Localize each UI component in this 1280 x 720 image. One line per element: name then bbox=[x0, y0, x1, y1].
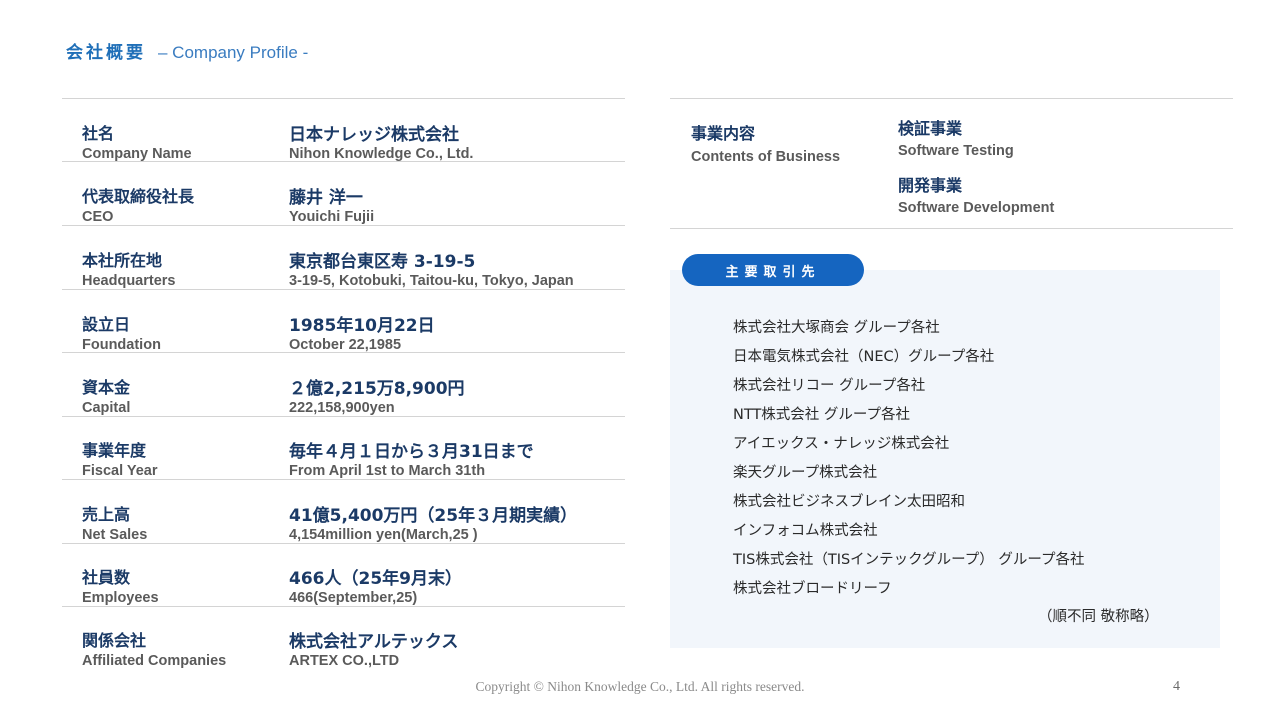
row-label-jp: 社名 bbox=[82, 124, 115, 143]
divider bbox=[62, 98, 625, 99]
row-label-jp: 社員数 bbox=[82, 568, 131, 587]
row-label-jp: 関係会社 bbox=[82, 631, 147, 650]
profile-row-foundation: 設立日 Foundation 1985年10月22日 October 22,19… bbox=[82, 311, 622, 361]
row-value-en: From April 1st to March 31th bbox=[289, 463, 486, 479]
client-item: インフォコム株式会社 bbox=[733, 523, 878, 539]
profile-row-affiliated: 関係会社 Affiliated Companies 株式会社アルテックス ART… bbox=[82, 627, 622, 677]
row-value-jp: 日本ナレッジ株式会社 bbox=[289, 125, 459, 145]
row-label-jp: 資本金 bbox=[82, 378, 131, 397]
profile-row-fiscal-year: 事業年度 Fiscal Year 毎年４月１日から３月31日まで From Ap… bbox=[82, 437, 622, 487]
profile-row-headquarters: 本社所在地 Headquarters 東京都台東区寿 3-19-5 3-19-5… bbox=[82, 247, 622, 297]
profile-row-ceo: 代表取締役社長 CEO 藤井 洋一 Youichi Fujii bbox=[82, 183, 622, 233]
profile-row-capital: 資本金 Capital ２億2,215万8,900円 222,158,900ye… bbox=[82, 374, 622, 424]
client-item: アイエックス・ナレッジ株式会社 bbox=[733, 436, 950, 452]
clients-tab: 主要取引先 bbox=[682, 254, 864, 286]
row-label-jp: 設立日 bbox=[82, 315, 131, 334]
row-value-en: Youichi Fujii bbox=[289, 209, 375, 225]
profile-row-employees: 社員数 Employees 466人（25年9月末） 466(September… bbox=[82, 564, 622, 614]
row-label-en: Foundation bbox=[82, 337, 161, 353]
row-value-jp: 1985年10月22日 bbox=[289, 316, 435, 336]
client-item: 株式会社ブロードリーフ bbox=[733, 581, 892, 597]
divider bbox=[670, 228, 1233, 229]
business-label-jp: 事業内容 bbox=[691, 124, 756, 143]
client-item: TIS株式会社（TISインテックグループ） グループ各社 bbox=[733, 552, 1085, 568]
row-label-en: Net Sales bbox=[82, 527, 148, 543]
clients-note: （順不同 敬称略） bbox=[1038, 609, 1159, 625]
client-item: NTT株式会社 グループ各社 bbox=[733, 407, 911, 423]
copyright: Copyright © Nihon Knowledge Co., Ltd. Al… bbox=[475, 679, 805, 694]
row-label-en: Affiliated Companies bbox=[82, 653, 227, 669]
row-label-en: Fiscal Year bbox=[82, 463, 158, 479]
page-title-jp: 会社概要 bbox=[66, 43, 146, 63]
row-label-en: CEO bbox=[82, 209, 114, 225]
row-value-en: 3-19-5, Kotobuki, Taitou-ku, Tokyo, Japa… bbox=[289, 273, 574, 289]
client-item: 株式会社ビジネスブレイン太田昭和 bbox=[733, 494, 965, 510]
row-value-jp: 株式会社アルテックス bbox=[289, 632, 459, 652]
profile-row-company-name: 社名 Company Name 日本ナレッジ株式会社 Nihon Knowled… bbox=[82, 120, 622, 170]
business-item-testing: 検証事業 Software Testing bbox=[898, 115, 1014, 159]
page-title-en: – Company Profile - bbox=[158, 43, 309, 62]
business-item-development: 開発事業 Software Development bbox=[898, 172, 1054, 216]
profile-row-net-sales: 売上高 Net Sales 41億5,400万円（25年３月期実績） 4,154… bbox=[82, 501, 622, 551]
row-label-jp: 事業年度 bbox=[82, 441, 147, 460]
row-label-jp: 売上高 bbox=[82, 505, 131, 524]
row-label-en: Headquarters bbox=[82, 273, 176, 289]
page-number: 4 bbox=[1173, 679, 1180, 694]
row-label-en: Employees bbox=[82, 590, 159, 606]
row-value-jp: 藤井 洋一 bbox=[289, 188, 363, 208]
row-value-jp: 東京都台東区寿 3-19-5 bbox=[289, 252, 476, 272]
row-value-jp: 466人（25年9月末） bbox=[289, 569, 462, 589]
page-title: 会社概要 – Company Profile - bbox=[66, 38, 309, 63]
row-value-jp: ２億2,215万8,900円 bbox=[289, 379, 465, 399]
row-label-jp: 本社所在地 bbox=[82, 251, 163, 270]
business-label: 事業内容 Contents of Business bbox=[691, 120, 840, 165]
row-value-en: October 22,1985 bbox=[289, 337, 402, 353]
client-item: 楽天グループ株式会社 bbox=[733, 465, 878, 481]
row-value-en: ARTEX CO.,LTD bbox=[289, 653, 400, 669]
clients-list: 株式会社大塚商会 グループ各社 日本電気株式会社（NEC）グループ各社 株式会社… bbox=[733, 316, 1084, 606]
business-item-en: Software Testing bbox=[898, 143, 1014, 159]
row-value-jp: 41億5,400万円（25年３月期実績） bbox=[289, 506, 578, 526]
client-item: 日本電気株式会社（NEC）グループ各社 bbox=[733, 349, 995, 365]
row-value-en: 222,158,900yen bbox=[289, 400, 395, 416]
row-label-en: Company Name bbox=[82, 146, 192, 162]
row-value-en: Nihon Knowledge Co., Ltd. bbox=[289, 146, 474, 162]
business-item-jp: 開発事業 bbox=[898, 176, 963, 195]
divider bbox=[670, 98, 1233, 99]
row-value-en: 466(September,25) bbox=[289, 590, 418, 606]
row-value-en: 4,154million yen(March,25 ) bbox=[289, 527, 478, 543]
row-label-en: Capital bbox=[82, 400, 131, 416]
row-label-jp: 代表取締役社長 bbox=[82, 187, 195, 206]
client-item: 株式会社大塚商会 グループ各社 bbox=[733, 320, 940, 336]
row-value-jp: 毎年４月１日から３月31日まで bbox=[289, 442, 534, 462]
business-item-en: Software Development bbox=[898, 200, 1055, 216]
client-item: 株式会社リコー グループ各社 bbox=[733, 378, 926, 394]
business-item-jp: 検証事業 bbox=[898, 119, 963, 138]
business-label-en: Contents of Business bbox=[691, 149, 841, 165]
